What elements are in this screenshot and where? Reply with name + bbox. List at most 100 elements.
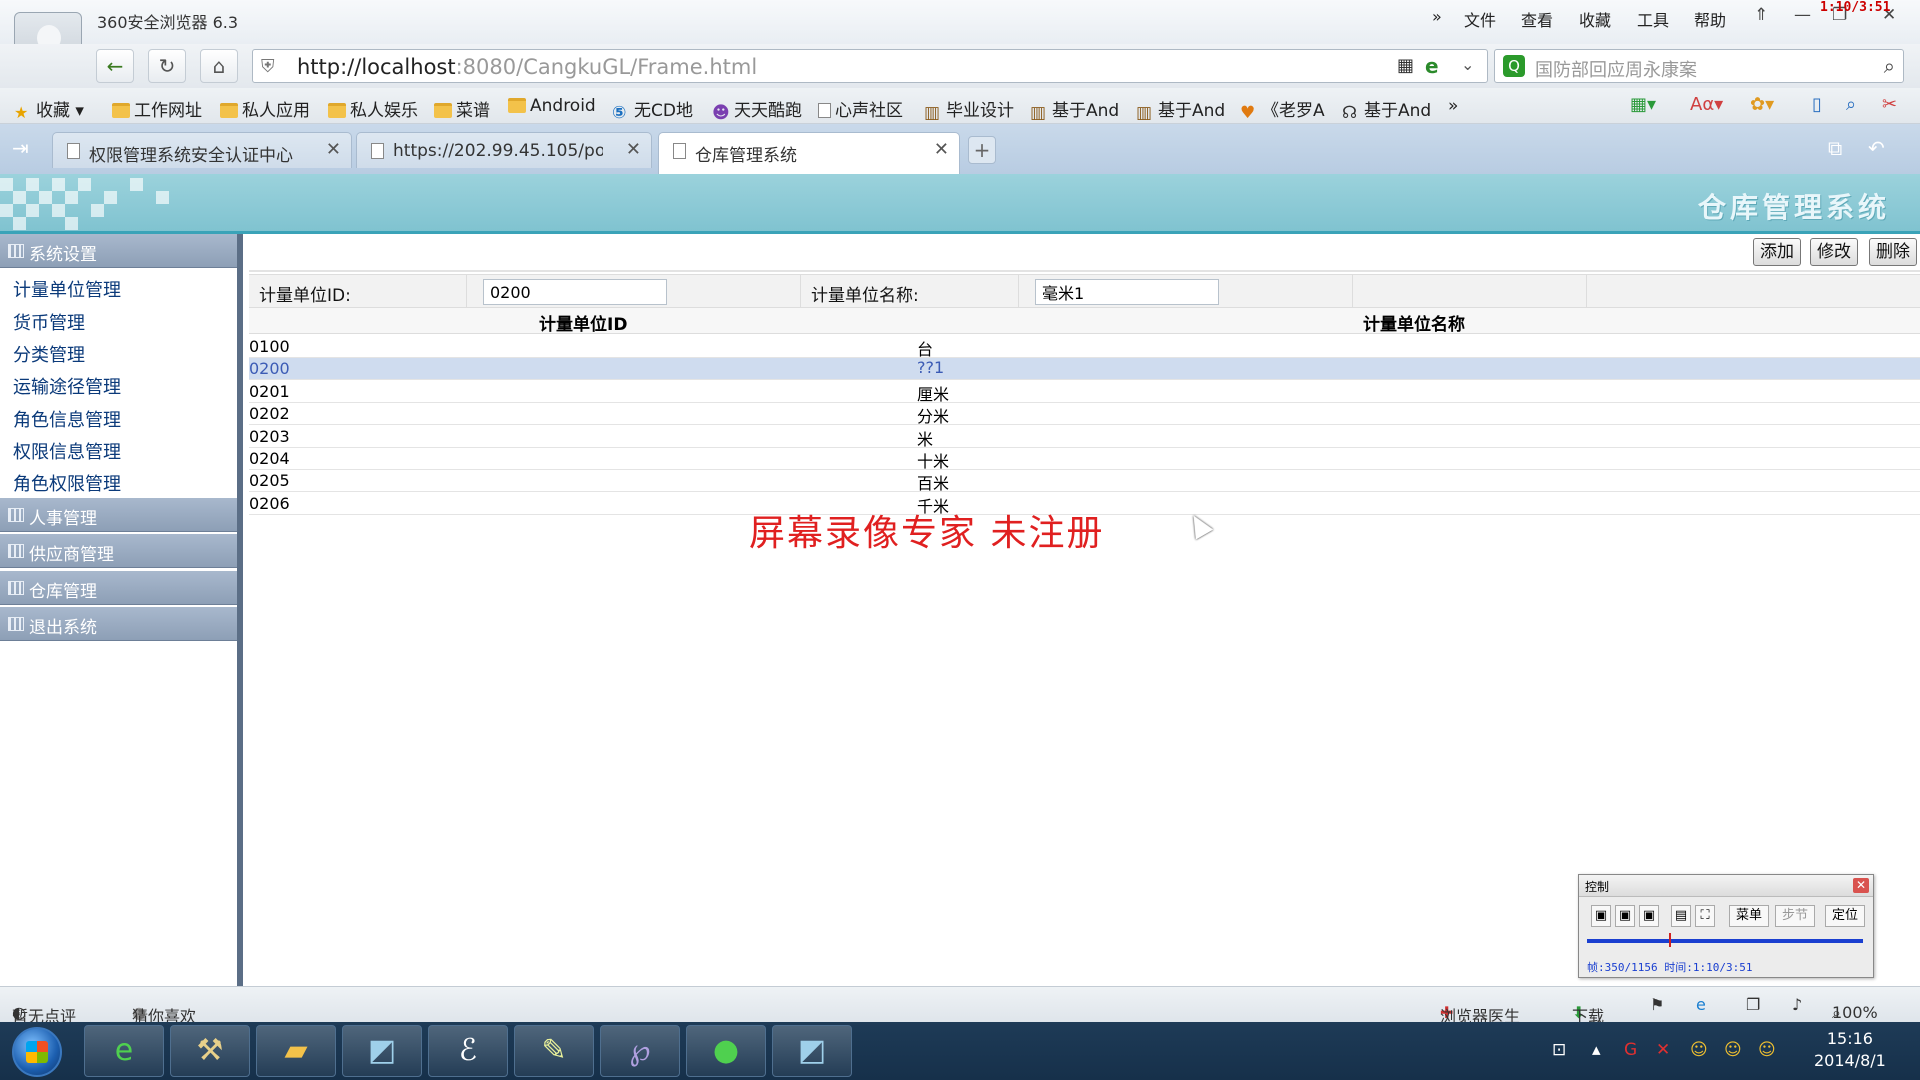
extension-icon[interactable]: ✿▾ [1750, 94, 1774, 115]
qq-icon[interactable]: ☺ [1690, 1040, 1708, 1060]
recorder-position-marker[interactable] [1669, 933, 1671, 947]
fav-item[interactable]: 工作网址 [112, 96, 202, 121]
address-bar[interactable]: ⛨ http://localhost:8080/CangkuGL/Frame.h… [252, 49, 1488, 83]
qr-code-icon[interactable]: ▦ [1397, 55, 1414, 76]
fav-item[interactable]: ⑤ 无CD地 [612, 96, 693, 123]
menu-view[interactable]: 查看 [1521, 7, 1553, 31]
favorites-menu[interactable]: ★ 收藏 ▾ [14, 96, 84, 122]
app-taskbar-icon[interactable]: ◩ [342, 1025, 422, 1077]
undo-close-icon[interactable]: ↶ [1868, 136, 1885, 160]
unit-id-input[interactable] [483, 279, 667, 305]
recorder-timeline[interactable] [1587, 939, 1863, 943]
tab-close-icon[interactable]: ✕ [934, 139, 949, 160]
sidebar-item-units[interactable]: 计量单位管理 [13, 276, 121, 302]
restore-tab-icon[interactable]: ⧉ [1828, 136, 1842, 160]
sidebar-section-suppliers[interactable]: 供应商管理 [0, 534, 237, 568]
table-row[interactable]: 0203 米 [249, 426, 1920, 449]
sidebar-section-exit[interactable]: 退出系统 [0, 607, 237, 641]
table-row[interactable]: 0204 十米 [249, 448, 1920, 471]
search-engine-icon[interactable]: Q [1503, 55, 1525, 77]
back-button[interactable]: ← [96, 49, 134, 83]
tab-remote-url[interactable]: https://202.99.45.105/por/s ✕ [356, 132, 652, 168]
tray-expand-icon[interactable]: ▴ [1592, 1040, 1601, 1060]
eclipse-taskbar-icon[interactable]: ℰ [428, 1025, 508, 1077]
table-row[interactable]: 0100 台 [249, 336, 1920, 359]
column-header-name[interactable]: 计量单位名称 [1363, 310, 1465, 335]
sidebar-item-category[interactable]: 分类管理 [13, 341, 85, 367]
fav-item[interactable]: ☻ 天天酷跑 [712, 96, 802, 123]
fav-item[interactable]: ♥ 《老罗A [1240, 96, 1325, 123]
record-icon[interactable]: ▣ [1639, 905, 1659, 927]
menu-favorites[interactable]: 收藏 [1579, 7, 1611, 31]
tab-auth-center[interactable]: 权限管理系统安全认证中心 ✕ [52, 132, 352, 168]
sidebar-icon[interactable]: ▯ [1812, 94, 1822, 115]
column-header-id[interactable]: 计量单位ID [539, 310, 627, 335]
address-url[interactable]: http://localhost:8080/CangkuGL/Frame.htm… [297, 55, 757, 79]
ide-taskbar-icon[interactable]: ℘ [600, 1025, 680, 1077]
sidebar-item-permissions[interactable]: 权限信息管理 [13, 438, 121, 464]
table-row[interactable]: 0200 ??1 [249, 358, 1920, 381]
apps-icon[interactable]: ▦▾ [1630, 94, 1656, 115]
zoom-icon[interactable]: ⌕ [1846, 94, 1856, 115]
start-button[interactable] [12, 1027, 62, 1077]
window-icon[interactable]: ❐ [1746, 995, 1760, 1014]
sidebar-item-role-permissions[interactable]: 角色权限管理 [13, 470, 121, 496]
sidebar-section-warehouse[interactable]: 仓库管理 [0, 571, 237, 605]
antivirus-icon[interactable]: G [1624, 1040, 1637, 1060]
flag-icon[interactable]: ⚑ [1650, 995, 1664, 1014]
tab-close-icon[interactable]: ✕ [626, 139, 641, 160]
chevron-down-icon[interactable]: ⌄ [1461, 55, 1474, 74]
system-clock[interactable]: 15:16 2014/8/1 [1814, 1028, 1886, 1072]
game-taskbar-icon[interactable]: ● [686, 1025, 766, 1077]
search-icon[interactable]: ⌕ [1884, 54, 1895, 78]
sidebar-section-hr[interactable]: 人事管理 [0, 498, 237, 532]
minimize-icon[interactable]: — [1794, 5, 1811, 25]
sidebar-item-currency[interactable]: 货币管理 [13, 309, 85, 335]
fav-item[interactable]: ▥ 毕业设计 [924, 96, 1014, 123]
tab-warehouse[interactable]: 仓库管理系统 ✕ [658, 132, 960, 174]
pause-icon[interactable]: ▣ [1591, 905, 1611, 927]
volume-icon[interactable]: ♪ [1792, 995, 1802, 1014]
fav-item[interactable]: 心声社区 [818, 96, 903, 121]
fav-item[interactable]: 私人娱乐 [328, 96, 418, 121]
screenshot-icon[interactable]: ✂ [1882, 94, 1897, 115]
search-box[interactable]: Q 国防部回应周永康案 ⌕ [1494, 49, 1904, 83]
edit-button[interactable]: 修改 [1810, 238, 1858, 266]
table-row[interactable]: 0201 厘米 [249, 381, 1920, 404]
sidebar-section-system[interactable]: 系统设置 [0, 234, 237, 268]
fav-item[interactable]: 私人应用 [220, 96, 310, 121]
window-icon[interactable]: ▤ [1671, 905, 1691, 927]
new-tab-button[interactable]: + [968, 136, 996, 164]
app2-taskbar-icon[interactable]: ◩ [772, 1025, 852, 1077]
explorer-taskbar-icon[interactable]: ▰ [256, 1025, 336, 1077]
translate-icon[interactable]: Aα▾ [1690, 94, 1723, 115]
delete-button[interactable]: 删除 [1869, 238, 1917, 266]
mute-icon[interactable]: ✕ [1656, 1040, 1670, 1060]
ie-icon[interactable]: e [1696, 995, 1706, 1014]
tab-close-icon[interactable]: ✕ [326, 139, 341, 160]
search-input[interactable]: 国防部回应周永康案 [1535, 56, 1697, 82]
table-row[interactable]: 0202 分米 [249, 403, 1920, 426]
recorder-close-icon[interactable]: ✕ [1853, 878, 1869, 893]
table-row[interactable]: 0205 百米 [249, 470, 1920, 493]
fav-item[interactable]: ▥ 基于And [1030, 96, 1119, 123]
qq-icon[interactable]: ☺ [1724, 1040, 1742, 1060]
fav-item[interactable]: ☊ 基于And [1342, 96, 1431, 123]
sidebar-item-transport[interactable]: 运输途径管理 [13, 373, 121, 399]
fav-item[interactable]: Android [508, 96, 596, 116]
recorder-step-button[interactable]: 步节 [1775, 905, 1815, 927]
tools-taskbar-icon[interactable]: ⚒ [170, 1025, 250, 1077]
tab-sidebar-toggle-icon[interactable]: ⇥ [12, 136, 29, 160]
menu-help[interactable]: 帮助 [1694, 7, 1726, 31]
fav-item[interactable]: ▥ 基于And [1136, 96, 1225, 123]
sidebar-item-roles[interactable]: 角色信息管理 [13, 406, 121, 432]
stop-icon[interactable]: ▣ [1615, 905, 1635, 927]
menu-file[interactable]: 文件 [1464, 7, 1496, 31]
unit-name-input[interactable] [1035, 279, 1219, 305]
ie-mode-icon[interactable]: e [1425, 54, 1439, 78]
menu-tools[interactable]: 工具 [1637, 7, 1669, 31]
more-chevron-icon[interactable]: » [1448, 96, 1458, 116]
recorder-locate-button[interactable]: 定位 [1825, 905, 1865, 927]
recorder-menu-button[interactable]: 菜单 [1729, 905, 1769, 927]
pin-icon[interactable]: ⇑ [1754, 5, 1768, 25]
